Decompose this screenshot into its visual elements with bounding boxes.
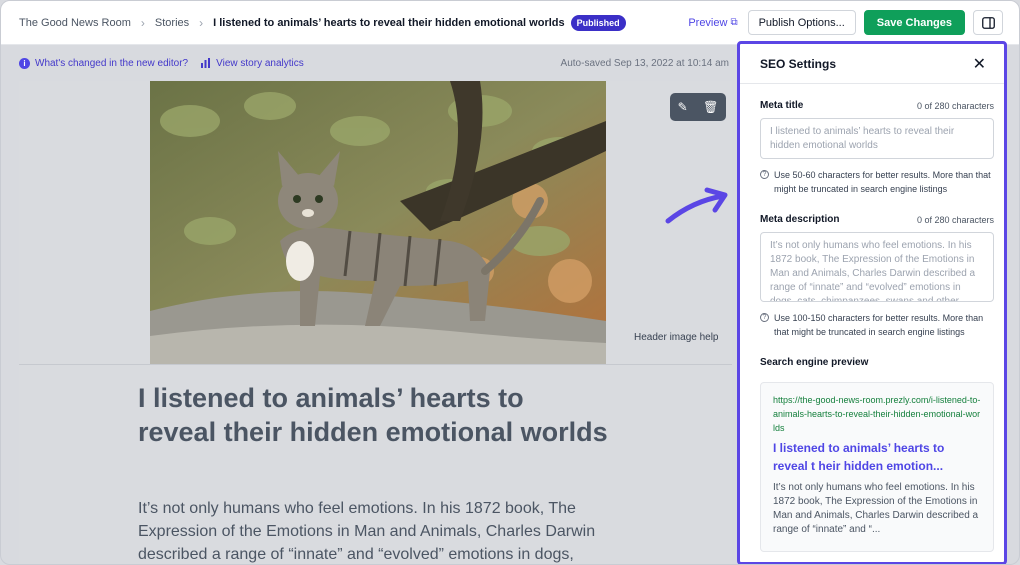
cat-photo [150, 81, 606, 364]
seo-settings-panel: SEO Settings ✕ Meta title 0 of 280 chara… [737, 41, 1007, 564]
story-title[interactable]: I listened to animals’ hearts to reveal … [138, 381, 608, 449]
view-analytics-label: View story analytics [216, 57, 304, 69]
meta-description-input[interactable]: It’s not only humans who feel emotions. … [760, 232, 994, 302]
header-image-help-link[interactable]: Header image help [634, 332, 719, 343]
serp-description: It’s not only humans who feel emotions. … [773, 482, 979, 535]
meta-title-label: Meta title [760, 100, 804, 111]
breadcrumb: The Good News Room › Stories › I listene… [19, 14, 626, 31]
editor-canvas: ✎ 🗑 Header image help I listened to anim… [19, 81, 732, 564]
help-circle-icon: ? [760, 170, 769, 179]
divider [19, 364, 732, 365]
autosave-status: Auto-saved Sep 13, 2022 at 10:14 am [560, 57, 729, 69]
seo-panel-header: SEO Settings ✕ [740, 44, 1004, 84]
meta-title-row: Meta title 0 of 280 characters [760, 100, 994, 111]
whats-changed-link[interactable]: i What's changed in the new editor? [19, 57, 189, 69]
breadcrumb-root[interactable]: The Good News Room [19, 17, 131, 29]
search-preview-label: Search engine preview [760, 357, 869, 368]
breadcrumb-section[interactable]: Stories [155, 17, 189, 29]
trash-icon[interactable]: 🗑 [703, 100, 718, 114]
close-icon[interactable]: ✕ [973, 54, 986, 74]
save-changes-button[interactable]: Save Changes [863, 10, 965, 35]
help-circle-icon: ? [760, 313, 769, 322]
edit-pencil-icon[interactable]: ✎ [678, 100, 688, 114]
bar-chart-icon [201, 58, 211, 68]
preview-link[interactable]: Preview ⧉ [688, 17, 737, 29]
toolbar-actions: Preview ⧉ Publish Options... Save Change… [688, 10, 1003, 35]
breadcrumb-current: I listened to animals’ hearts to reveal … [213, 16, 565, 29]
search-engine-preview: https://the-good-news-room.prezly.com/i-… [760, 382, 994, 552]
app-window: The Good News Room › Stories › I listene… [0, 0, 1020, 565]
external-link-icon: ⧉ [730, 17, 738, 28]
header-image[interactable] [150, 81, 606, 364]
serp-url: https://the-good-news-room.prezly.com/i-… [773, 395, 981, 433]
meta-description-label: Meta description [760, 214, 840, 225]
view-analytics-link[interactable]: View story analytics [200, 58, 304, 69]
toggle-sidebar-button[interactable] [973, 10, 1003, 35]
info-icon: i [19, 57, 30, 69]
meta-title-hint: ? Use 50-60 characters for better result… [760, 168, 994, 196]
seo-panel-title: SEO Settings [760, 56, 837, 71]
story-body[interactable]: It’s not only humans who feel emotions. … [138, 497, 638, 564]
image-toolbar: ✎ 🗑 [670, 93, 726, 121]
editor-subbar: i What's changed in the new editor? View… [19, 53, 729, 73]
preview-label: Preview [688, 16, 728, 29]
sidebar-toggle-icon [981, 16, 995, 29]
meta-description-count: 0 of 280 characters [916, 214, 994, 225]
chevron-right-icon: › [199, 15, 204, 30]
whats-changed-label: What's changed in the new editor? [35, 57, 189, 69]
serp-title: I listened to animals’ hearts to reveal … [773, 441, 945, 473]
meta-title-hint-text: Use 50-60 characters for better results.… [774, 170, 991, 194]
meta-description-row: Meta description 0 of 280 characters [760, 214, 994, 225]
status-badge: Published [570, 14, 626, 31]
chevron-right-icon: › [140, 15, 145, 30]
publish-options-button[interactable]: Publish Options... [747, 10, 856, 35]
arrow-icon [665, 187, 728, 224]
top-bar: The Good News Room › Stories › I listene… [1, 1, 1019, 45]
seo-panel-body: Meta title 0 of 280 characters I listene… [740, 84, 1004, 552]
meta-title-count: 0 of 280 characters [916, 100, 994, 111]
meta-title-input[interactable]: I listened to animals’ hearts to reveal … [760, 118, 994, 159]
meta-description-hint-text: Use 100-150 characters for better result… [774, 313, 984, 337]
meta-description-hint: ? Use 100-150 characters for better resu… [760, 311, 994, 339]
